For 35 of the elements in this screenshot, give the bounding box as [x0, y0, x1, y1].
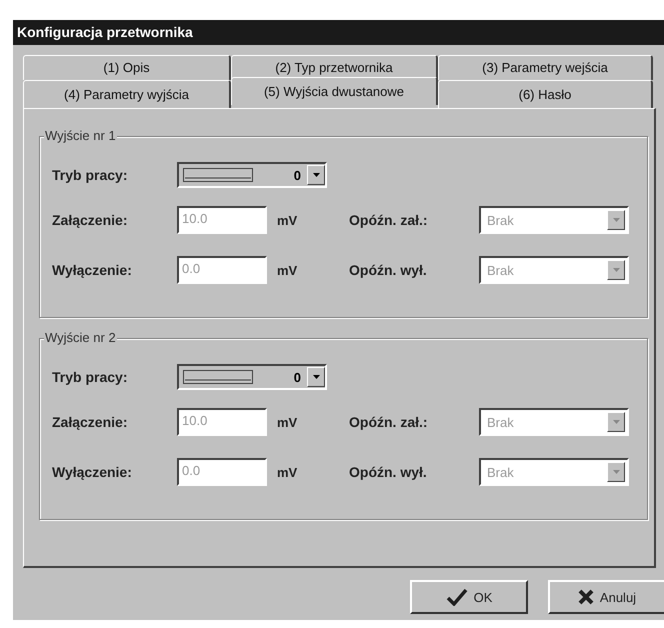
dropdown-arrow-icon	[612, 218, 620, 222]
mode-dropdown[interactable]: 0	[177, 162, 327, 188]
tab[interactable]: (6) Hasło	[438, 80, 653, 108]
tab[interactable]: (1) Opis	[23, 55, 231, 80]
field-label: Załączenie:	[52, 414, 128, 430]
checkmark-icon	[446, 588, 468, 606]
unit-label: mV	[276, 262, 298, 278]
unit-label: mV	[276, 414, 298, 430]
line-pattern-icon	[183, 370, 253, 384]
field-label: Wyłączenie:	[52, 464, 133, 480]
unit-label: mV	[276, 464, 298, 480]
close-icon	[578, 589, 594, 605]
dropdown-arrow-icon	[612, 268, 620, 272]
line-pattern-icon	[183, 168, 253, 182]
cancel-button[interactable]: Anuluj	[548, 580, 664, 614]
dropdown-arrow-icon	[612, 420, 620, 424]
ok-button[interactable]: OK	[410, 580, 528, 614]
dropdown-arrow-icon	[312, 375, 320, 379]
field-label: Opóźn. wył.	[349, 464, 428, 480]
mode-dropdown[interactable]: 0	[177, 364, 327, 390]
dropdown-arrow-icon	[312, 173, 320, 177]
field-label: Tryb pracy:	[52, 167, 128, 183]
group-title: Wyjście nr 1	[44, 128, 117, 143]
field-label: Załączenie:	[52, 212, 128, 228]
tab[interactable]: (3) Parametry wejścia	[438, 55, 653, 80]
field-label: Opóźn. wył.	[349, 262, 428, 278]
field-label: Opóźn. zał.:	[349, 212, 429, 228]
unit-label: mV	[276, 212, 298, 228]
tab[interactable]: (5) Wyjścia dwustanowe	[231, 77, 438, 105]
group-title: Wyjście nr 2	[44, 330, 117, 345]
field-label: Opóźn. zał.:	[349, 414, 429, 430]
field-label: Tryb pracy:	[52, 369, 128, 385]
window-title: Konfiguracja przetwornika	[13, 20, 664, 45]
dropdown-arrow-icon	[612, 470, 620, 474]
field-label: Wyłączenie:	[52, 262, 133, 278]
